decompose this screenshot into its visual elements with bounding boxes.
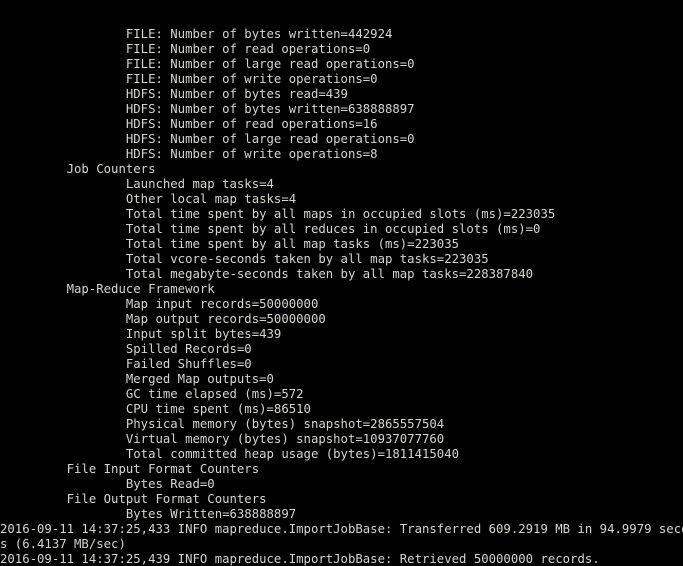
terminal-line: Physical memory (bytes) snapshot=2865557… bbox=[0, 417, 445, 431]
terminal-line: Map output records=50000000 bbox=[0, 312, 326, 326]
terminal-line: Other local map tasks=4 bbox=[0, 192, 297, 206]
terminal-line: FILE: Number of bytes written=442924 bbox=[0, 27, 393, 41]
terminal-line: File Input Format Counters bbox=[0, 462, 267, 476]
terminal-line: Total time spent by all map tasks (ms)=2… bbox=[0, 237, 460, 251]
terminal-line: 2016-09-11 14:37:25,439 INFO mapreduce.I… bbox=[0, 552, 600, 566]
terminal-line: HDFS: Number of read operations=16 bbox=[0, 117, 378, 131]
terminal-line: FILE: Number of large read operations=0 bbox=[0, 57, 415, 71]
terminal-line: Total megabyte-seconds taken by all map … bbox=[0, 267, 534, 281]
terminal-line: File Output Format Counters bbox=[0, 492, 274, 506]
terminal-output-area: FILE: Number of bytes written=442924 FIL… bbox=[0, 0, 683, 566]
terminal-line: Merged Map outputs=0 bbox=[0, 372, 274, 386]
terminal-line: 2016-09-11 14:37:25,433 INFO mapreduce.I… bbox=[0, 522, 683, 536]
terminal-line: Input split bytes=439 bbox=[0, 327, 282, 341]
terminal-line: HDFS: Number of write operations=8 bbox=[0, 147, 378, 161]
terminal-line: Total vcore-seconds taken by all map tas… bbox=[0, 252, 489, 266]
terminal-line: Bytes Written=638888897 bbox=[0, 507, 297, 521]
terminal-line: Job Counters bbox=[0, 162, 163, 176]
terminal-line: Virtual memory (bytes) snapshot=10937077… bbox=[0, 432, 445, 446]
terminal-line: GC time elapsed (ms)=572 bbox=[0, 387, 304, 401]
terminal-window[interactable]: FILE: Number of bytes written=442924 FIL… bbox=[0, 0, 683, 566]
terminal-line: FILE: Number of read operations=0 bbox=[0, 42, 371, 56]
terminal-line: CPU time spent (ms)=86510 bbox=[0, 402, 311, 416]
terminal-line: Map-Reduce Framework bbox=[0, 282, 215, 296]
terminal-line: s (6.4137 MB/sec) bbox=[0, 537, 126, 551]
terminal-line: Launched map tasks=4 bbox=[0, 177, 274, 191]
terminal-line: Failed Shuffles=0 bbox=[0, 357, 252, 371]
terminal-line: Total committed heap usage (bytes)=18114… bbox=[0, 447, 460, 461]
terminal-line: Spilled Records=0 bbox=[0, 342, 252, 356]
terminal-line: Map input records=50000000 bbox=[0, 297, 319, 311]
terminal-line: Bytes Read=0 bbox=[0, 477, 215, 491]
terminal-line: FILE: Number of write operations=0 bbox=[0, 72, 378, 86]
terminal-line: Total time spent by all reduces in occup… bbox=[0, 222, 541, 236]
terminal-line: HDFS: Number of large read operations=0 bbox=[0, 132, 415, 146]
terminal-scrollback: FILE: Number of bytes written=442924 FIL… bbox=[0, 27, 683, 566]
terminal-line: HDFS: Number of bytes read=439 bbox=[0, 87, 348, 101]
terminal-line: Total time spent by all maps in occupied… bbox=[0, 207, 556, 221]
terminal-line: HDFS: Number of bytes written=638888897 bbox=[0, 102, 415, 116]
